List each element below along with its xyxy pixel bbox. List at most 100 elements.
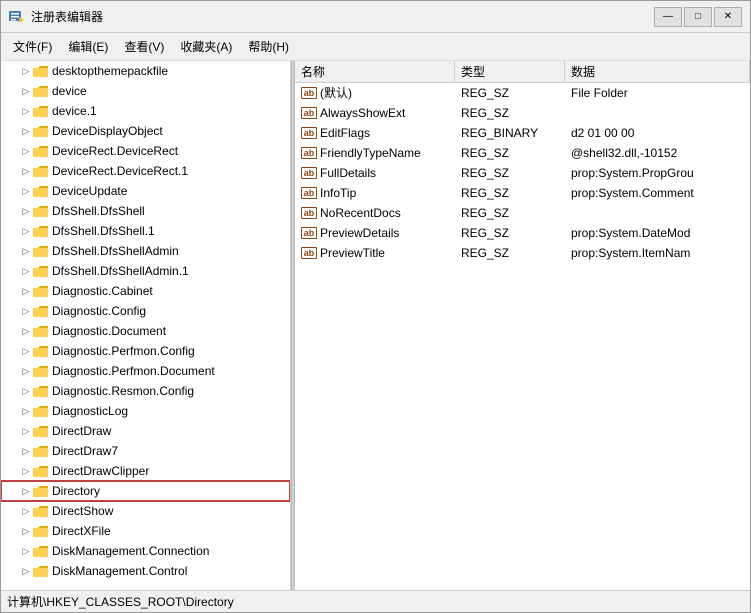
tree-expand-icon[interactable]: ▷ bbox=[19, 344, 33, 358]
minimize-button[interactable]: — bbox=[654, 7, 682, 27]
tree-item[interactable]: ▷ Diagnostic.Config bbox=[1, 301, 290, 321]
tree-item[interactable]: ▷ DiskManagement.Control bbox=[1, 561, 290, 581]
tree-expand-icon[interactable]: ▷ bbox=[19, 564, 33, 578]
detail-name-text: PreviewTitle bbox=[320, 246, 385, 260]
folder-icon bbox=[33, 224, 49, 238]
tree-item[interactable]: ▷ Diagnostic.Resmon.Config bbox=[1, 381, 290, 401]
tree-item[interactable]: ▷ DfsShell.DfsShellAdmin bbox=[1, 241, 290, 261]
tree-expand-icon[interactable]: ▷ bbox=[19, 384, 33, 398]
maximize-button[interactable]: □ bbox=[684, 7, 712, 27]
detail-cell-name: abEditFlags bbox=[295, 125, 455, 141]
close-button[interactable]: ✕ bbox=[714, 7, 742, 27]
tree-expand-icon[interactable]: ▷ bbox=[19, 164, 33, 178]
folder-icon bbox=[33, 504, 49, 518]
tree-item[interactable]: ▷ DirectDrawClipper bbox=[1, 461, 290, 481]
tree-item[interactable]: ▷ DeviceRect.DeviceRect.1 bbox=[1, 161, 290, 181]
tree-expand-icon[interactable]: ▷ bbox=[19, 324, 33, 338]
tree-expand-icon[interactable]: ▷ bbox=[19, 484, 33, 498]
tree-expand-icon[interactable]: ▷ bbox=[19, 424, 33, 438]
tree-item-label: DirectDrawClipper bbox=[52, 464, 149, 478]
folder-icon bbox=[33, 104, 49, 118]
tree-expand-icon[interactable]: ▷ bbox=[19, 364, 33, 378]
table-row[interactable]: abPreviewTitleREG_SZprop:System.ItemNam bbox=[295, 243, 750, 263]
tree-item[interactable]: ▷ DirectShow bbox=[1, 501, 290, 521]
tree-expand-icon[interactable]: ▷ bbox=[19, 84, 33, 98]
menu-item[interactable]: 文件(F) bbox=[5, 35, 60, 58]
tree-item[interactable]: ▷ Diagnostic.Perfmon.Document bbox=[1, 361, 290, 381]
tree-item[interactable]: ▷ DirectXFile bbox=[1, 521, 290, 541]
tree-item-label: DirectXFile bbox=[52, 524, 111, 538]
reg-value-icon: ab bbox=[301, 87, 317, 99]
tree-expand-icon[interactable]: ▷ bbox=[19, 184, 33, 198]
tree-expand-icon[interactable]: ▷ bbox=[19, 244, 33, 258]
tree-item[interactable]: ▷ device bbox=[1, 81, 290, 101]
tree-expand-icon[interactable]: ▷ bbox=[19, 444, 33, 458]
table-row[interactable]: abFriendlyTypeNameREG_SZ@shell32.dll,-10… bbox=[295, 143, 750, 163]
tree-item[interactable]: ▷ DirectDraw7 bbox=[1, 441, 290, 461]
tree-expand-icon[interactable]: ▷ bbox=[19, 104, 33, 118]
table-row[interactable]: abEditFlagsREG_BINARYd2 01 00 00 bbox=[295, 123, 750, 143]
menu-item[interactable]: 编辑(E) bbox=[60, 35, 116, 58]
col-header-data[interactable]: 数据 bbox=[565, 61, 750, 82]
tree-item[interactable]: ▷ DfsShell.DfsShell bbox=[1, 201, 290, 221]
tree-item[interactable]: ▷ DirectDraw bbox=[1, 421, 290, 441]
tree-expand-icon[interactable]: ▷ bbox=[19, 64, 33, 78]
tree-item[interactable]: ▷ DfsShell.DfsShell.1 bbox=[1, 221, 290, 241]
tree-expand-icon[interactable]: ▷ bbox=[19, 144, 33, 158]
tree-item-label: DirectShow bbox=[52, 504, 113, 518]
menu-item[interactable]: 查看(V) bbox=[116, 35, 172, 58]
tree-item[interactable]: ▷ desktopthemepackfile bbox=[1, 61, 290, 81]
folder-icon bbox=[33, 264, 49, 278]
detail-scroll[interactable]: ab(默认)REG_SZFile FolderabAlwaysShowExtRE… bbox=[295, 83, 750, 590]
tree-expand-icon[interactable]: ▷ bbox=[19, 504, 33, 518]
tree-expand-icon[interactable]: ▷ bbox=[19, 284, 33, 298]
tree-item[interactable]: ▷ Diagnostic.Cabinet bbox=[1, 281, 290, 301]
reg-value-icon: ab bbox=[301, 167, 317, 179]
tree-item-label: DeviceRect.DeviceRect bbox=[52, 144, 178, 158]
tree-item[interactable]: ▷ DfsShell.DfsShellAdmin.1 bbox=[1, 261, 290, 281]
tree-expand-icon[interactable]: ▷ bbox=[19, 544, 33, 558]
tree-expand-icon[interactable]: ▷ bbox=[19, 304, 33, 318]
tree-item[interactable]: ▷ DeviceRect.DeviceRect bbox=[1, 141, 290, 161]
reg-value-icon: ab bbox=[301, 247, 317, 259]
reg-value-icon: ab bbox=[301, 227, 317, 239]
tree-item[interactable]: ▷ device.1 bbox=[1, 101, 290, 121]
folder-icon bbox=[33, 84, 49, 98]
status-text: 计算机\HKEY_CLASSES_ROOT\Directory bbox=[7, 593, 234, 610]
tree-expand-icon[interactable]: ▷ bbox=[19, 464, 33, 478]
tree-item[interactable]: ▷ Diagnostic.Perfmon.Config bbox=[1, 341, 290, 361]
table-row[interactable]: abFullDetailsREG_SZprop:System.PropGrou bbox=[295, 163, 750, 183]
tree-item[interactable]: ▷ DiskManagement.Connection bbox=[1, 541, 290, 561]
tree-expand-icon[interactable]: ▷ bbox=[19, 264, 33, 278]
tree-item[interactable]: ▷ DiagnosticLog bbox=[1, 401, 290, 421]
table-row[interactable]: abPreviewDetailsREG_SZprop:System.DateMo… bbox=[295, 223, 750, 243]
table-row[interactable]: abAlwaysShowExtREG_SZ bbox=[295, 103, 750, 123]
tree-item[interactable]: ▷ Directory bbox=[1, 481, 290, 501]
table-row[interactable]: abNoRecentDocsREG_SZ bbox=[295, 203, 750, 223]
table-row[interactable]: ab(默认)REG_SZFile Folder bbox=[295, 83, 750, 103]
tree-item[interactable]: ▷ DeviceUpdate bbox=[1, 181, 290, 201]
tree-expand-icon[interactable]: ▷ bbox=[19, 404, 33, 418]
detail-name-text: NoRecentDocs bbox=[320, 206, 401, 220]
tree-scroll[interactable]: ▷ desktopthemepackfile▷ device▷ device.1… bbox=[1, 61, 290, 590]
tree-expand-icon[interactable]: ▷ bbox=[19, 524, 33, 538]
table-row[interactable]: abInfoTipREG_SZprop:System.Comment bbox=[295, 183, 750, 203]
folder-icon bbox=[33, 164, 49, 178]
tree-item-label: DfsShell.DfsShell bbox=[52, 204, 145, 218]
col-header-name[interactable]: 名称 bbox=[295, 61, 455, 82]
tree-expand-icon[interactable]: ▷ bbox=[19, 124, 33, 138]
tree-item[interactable]: ▷ Diagnostic.Document bbox=[1, 321, 290, 341]
menu-item[interactable]: 收藏夹(A) bbox=[172, 35, 240, 58]
tree-expand-icon[interactable]: ▷ bbox=[19, 224, 33, 238]
tree-expand-icon[interactable]: ▷ bbox=[19, 204, 33, 218]
reg-value-icon: ab bbox=[301, 207, 317, 219]
detail-cell-data: prop:System.Comment bbox=[565, 185, 750, 201]
tree-item[interactable]: ▷ DeviceDisplayObject bbox=[1, 121, 290, 141]
status-bar: 计算机\HKEY_CLASSES_ROOT\Directory bbox=[1, 590, 750, 612]
detail-cell-data bbox=[565, 112, 750, 114]
col-header-type[interactable]: 类型 bbox=[455, 61, 565, 82]
detail-cell-name: abInfoTip bbox=[295, 185, 455, 201]
menu-item[interactable]: 帮助(H) bbox=[240, 35, 297, 58]
folder-icon bbox=[33, 424, 49, 438]
tree-item-label: device bbox=[52, 84, 87, 98]
